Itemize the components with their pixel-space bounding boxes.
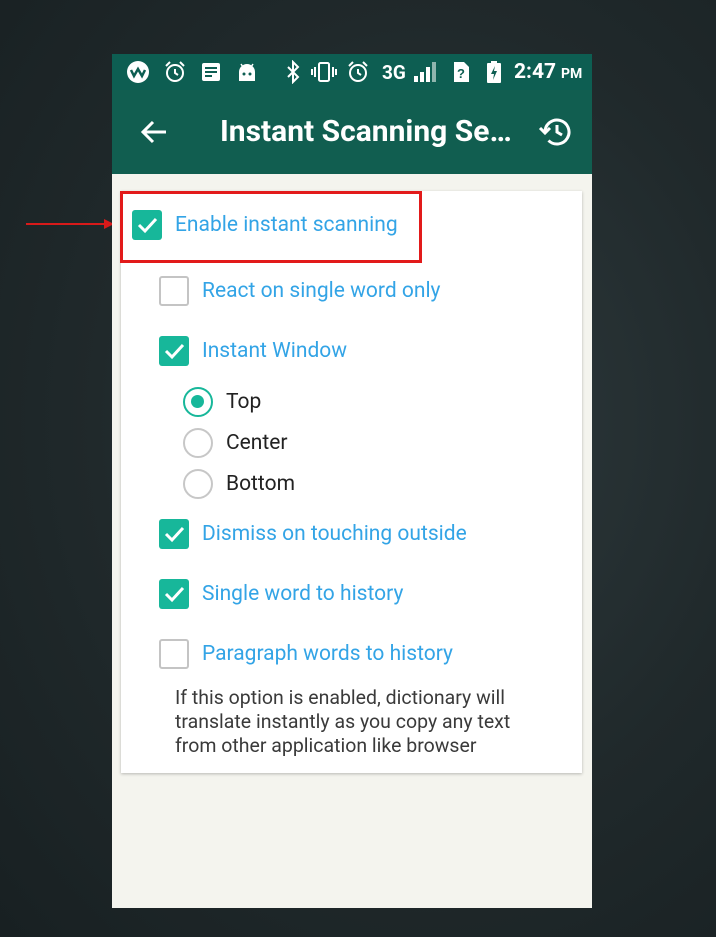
annotation-highlight-box — [120, 191, 422, 263]
dismiss-outside-checkbox[interactable] — [159, 519, 189, 549]
clock-time: 2:47 — [514, 60, 557, 84]
signal-icon — [412, 60, 438, 84]
android-icon — [236, 60, 258, 84]
svg-text:?: ? — [457, 66, 465, 81]
arrow-back-icon — [140, 120, 166, 144]
app-logo-icon — [126, 60, 150, 84]
radio-center-label[interactable]: Center — [226, 431, 288, 455]
radio-top[interactable] — [183, 387, 213, 417]
radio-selected-dot — [191, 395, 204, 408]
app-toolbar: Instant Scanning Se… — [112, 90, 592, 174]
paragraph-history-checkbox[interactable] — [159, 639, 189, 669]
phone-screen: 3G ? 2:47 PM Instant Scanning Se… Enable… — [112, 54, 592, 908]
single-word-history-checkbox[interactable] — [159, 579, 189, 609]
instant-window-checkbox[interactable] — [159, 336, 189, 366]
help-text: If this option is enabled, dictionary wi… — [175, 686, 511, 757]
back-button[interactable] — [138, 116, 170, 148]
react-single-word-checkbox[interactable] — [159, 276, 189, 306]
annotation-arrow-line — [26, 223, 108, 225]
notes-icon — [200, 60, 222, 84]
alarm-icon — [346, 60, 370, 84]
radio-center[interactable] — [183, 428, 213, 458]
clock-ampm: PM — [561, 66, 583, 82]
no-sim-icon: ? — [452, 60, 470, 84]
check-icon — [164, 343, 185, 360]
check-icon — [164, 586, 185, 603]
radio-top-label[interactable]: Top — [226, 390, 261, 414]
page-title: Instant Scanning Se… — [220, 114, 512, 149]
react-single-word-label[interactable]: React on single word only — [202, 279, 441, 303]
vibrate-icon — [310, 60, 338, 84]
bluetooth-icon — [284, 60, 302, 84]
status-bar: 3G ? 2:47 PM — [112, 54, 592, 90]
single-word-history-label[interactable]: Single word to history — [202, 582, 403, 606]
check-icon — [164, 526, 185, 543]
battery-icon — [486, 60, 502, 84]
radio-bottom[interactable] — [183, 469, 213, 499]
instant-window-label[interactable]: Instant Window — [202, 339, 347, 363]
history-icon — [538, 118, 571, 146]
dismiss-outside-label[interactable]: Dismiss on touching outside — [202, 522, 467, 546]
radio-bottom-label[interactable]: Bottom — [226, 472, 295, 496]
network-type: 3G — [382, 61, 406, 84]
history-button[interactable] — [538, 114, 574, 150]
alarm-icon — [163, 60, 187, 84]
paragraph-history-label[interactable]: Paragraph words to history — [202, 642, 453, 666]
